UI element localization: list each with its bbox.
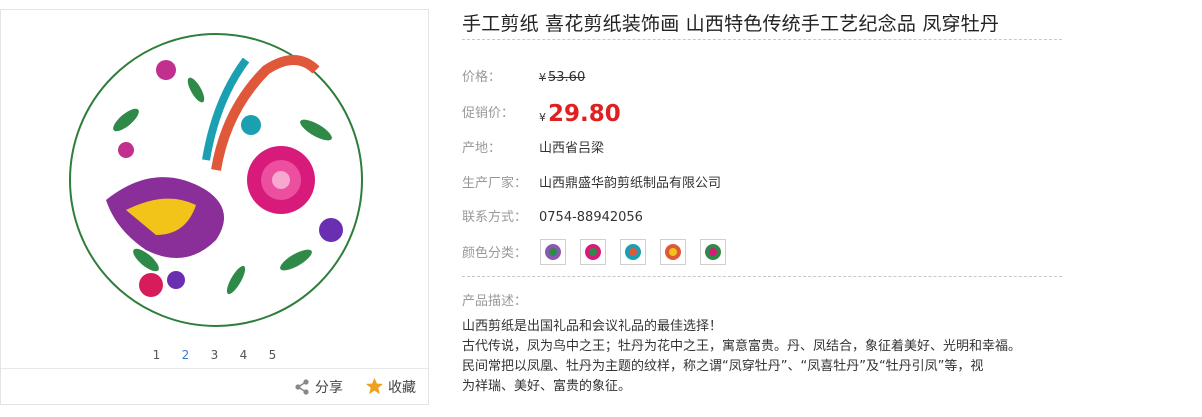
description-label: 产品描述： — [462, 294, 528, 309]
description-line: 古代传说，凤为鸟中之王；牡丹为花中之王，寓意富贵。丹、凤结合，象征着美好、光明和… — [462, 339, 1022, 354]
divider — [462, 39, 1062, 40]
share-button[interactable]: 分享 — [293, 377, 343, 397]
pager-item-4[interactable]: 4 — [239, 341, 249, 369]
contact-label: 联系方式： — [462, 210, 528, 225]
color-swatch-4[interactable] — [660, 239, 686, 265]
favorite-label: 收藏 — [388, 379, 416, 396]
promo-label: 促销价： — [462, 106, 515, 121]
promo-row: 促销价： ¥29.80 — [462, 99, 1062, 129]
color-row: 颜色分类： — [462, 239, 1062, 266]
pager-item-1[interactable]: 1 — [152, 341, 162, 369]
pager-item-3[interactable]: 3 — [210, 341, 220, 369]
maker-row: 生产厂家： 山西鼎盛华韵剪纸制品有限公司 — [462, 172, 1062, 196]
promo-price: ¥29.80 — [539, 101, 621, 127]
contact-value: 0754-88942056 — [539, 210, 643, 225]
product-description: 山西剪纸是出国礼品和会议礼品的最佳选择！ 古代传说，凤为鸟中之王；牡丹为花中之王… — [462, 317, 1062, 397]
description-line: 民间常把以凤凰、牡丹为主题的纹样，称之谓“凤穿牡丹”、“凤喜牡丹”及“牡丹引凤”… — [462, 359, 984, 374]
star-icon — [365, 377, 384, 395]
original-price: ¥53.60 — [539, 70, 586, 85]
maker-value: 山西鼎盛华韵剪纸制品有限公司 — [539, 176, 722, 191]
description-line: 山西剪纸是出国礼品和会议礼品的最佳选择！ — [462, 319, 723, 334]
favorite-button[interactable]: 收藏 — [365, 377, 416, 397]
color-swatch-1[interactable] — [540, 239, 566, 265]
color-swatches — [540, 239, 726, 265]
color-swatch-3[interactable] — [620, 239, 646, 265]
divider — [462, 276, 1062, 277]
color-label: 颜色分类： — [462, 246, 528, 261]
pager-item-5[interactable]: 5 — [268, 341, 278, 369]
pager-item-2-active[interactable]: 2 — [181, 341, 191, 369]
color-swatch-5[interactable] — [700, 239, 726, 265]
origin-row: 产地： 山西省吕梁 — [462, 137, 1062, 161]
origin-label: 产地： — [462, 141, 502, 156]
contact-row: 联系方式： 0754-88942056 — [462, 206, 1062, 230]
share-label: 分享 — [315, 379, 343, 396]
description-line: 为祥瑞、美好、富贵的象征。 — [462, 379, 632, 394]
price-label: 价格： — [462, 70, 502, 85]
gallery-actions: 分享 收藏 — [1, 368, 428, 404]
maker-label: 生产厂家： — [462, 176, 528, 191]
origin-value: 山西省吕梁 — [539, 141, 605, 156]
product-title: 手工剪纸 喜花剪纸装饰画 山西特色传统手工艺纪念品 凤穿牡丹 — [462, 13, 1000, 35]
color-swatch-2[interactable] — [580, 239, 606, 265]
price-row: 价格： ¥53.60 — [462, 66, 1062, 90]
image-pager: 1 2 3 4 5 — [1, 341, 428, 369]
product-gallery: 1 2 3 4 5 分享 收藏 — [0, 9, 429, 405]
main-product-image[interactable] — [66, 30, 366, 330]
share-icon — [295, 378, 309, 395]
